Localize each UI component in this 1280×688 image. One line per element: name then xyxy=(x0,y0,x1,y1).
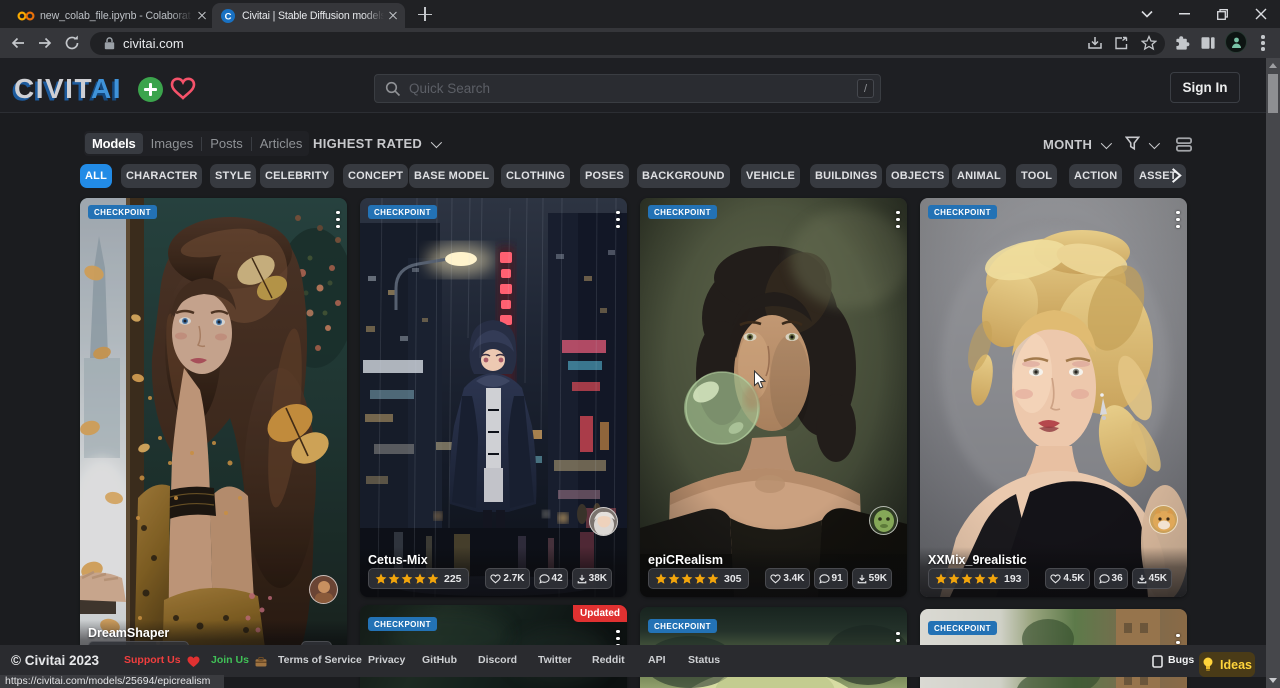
svg-text:C: C xyxy=(225,11,232,22)
